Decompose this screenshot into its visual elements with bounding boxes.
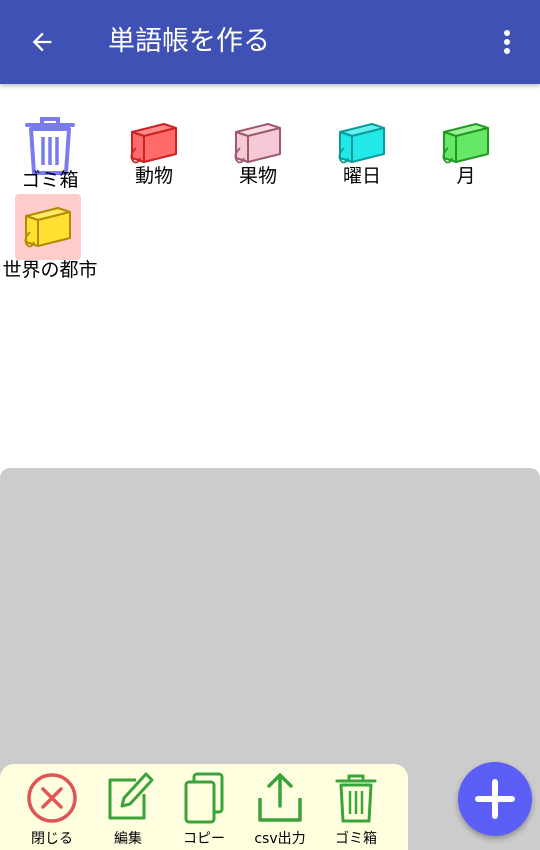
book-label: 世界の都市 [2, 259, 98, 281]
notebook-icon [24, 207, 71, 248]
app-bar: 単語帳を作る [0, 0, 540, 84]
notebook-icon [234, 123, 281, 164]
copy-label: コピー [183, 831, 225, 847]
trash-label: ゴミ箱 [335, 831, 377, 847]
book-item-world-cities[interactable]: 世界の都市 [0, 182, 100, 281]
add-button[interactable] [458, 762, 532, 836]
overflow-menu-button[interactable] [492, 22, 522, 62]
csv-export-button[interactable]: csv出力 [244, 772, 316, 850]
arrow-left-icon [32, 32, 52, 52]
trash-button[interactable]: ゴミ箱 [320, 772, 392, 850]
book-item-weekdays[interactable]: 曜日 [312, 96, 412, 187]
back-button[interactable] [22, 22, 62, 62]
book-label: 果物 [238, 165, 277, 187]
book-icon-wrap-selected [15, 194, 81, 260]
trash-icon [335, 774, 377, 823]
edit-button[interactable]: 編集 [92, 772, 164, 850]
notebook-icon [130, 123, 177, 164]
book-label: 月 [456, 165, 476, 187]
edit-label: 編集 [114, 831, 142, 847]
book-item-animals[interactable]: 動物 [104, 96, 204, 187]
book-item-trash[interactable]: ゴミ箱 [0, 98, 100, 191]
book-item-months[interactable]: 月 [416, 96, 516, 187]
bottom-toolbar: 閉じる 編集 コピー csv出力 ゴミ箱 [0, 764, 408, 850]
more-vert-icon [504, 30, 510, 54]
close-button[interactable]: 閉じる [16, 772, 88, 850]
share-export-icon [258, 773, 302, 822]
csv-export-label: csv出力 [254, 831, 306, 847]
close-circle-icon [27, 773, 77, 823]
edit-icon [108, 772, 154, 820]
copy-button[interactable]: コピー [168, 772, 240, 850]
book-label: 動物 [134, 165, 173, 187]
book-item-fruits[interactable]: 果物 [208, 96, 308, 187]
copy-icon [184, 772, 224, 824]
book-label: 曜日 [342, 165, 381, 187]
notebook-icon [442, 123, 489, 164]
page-title: 単語帳を作る [108, 26, 270, 57]
plus-icon [475, 779, 515, 819]
notebook-icon [338, 123, 385, 164]
close-label: 閉じる [31, 831, 73, 847]
